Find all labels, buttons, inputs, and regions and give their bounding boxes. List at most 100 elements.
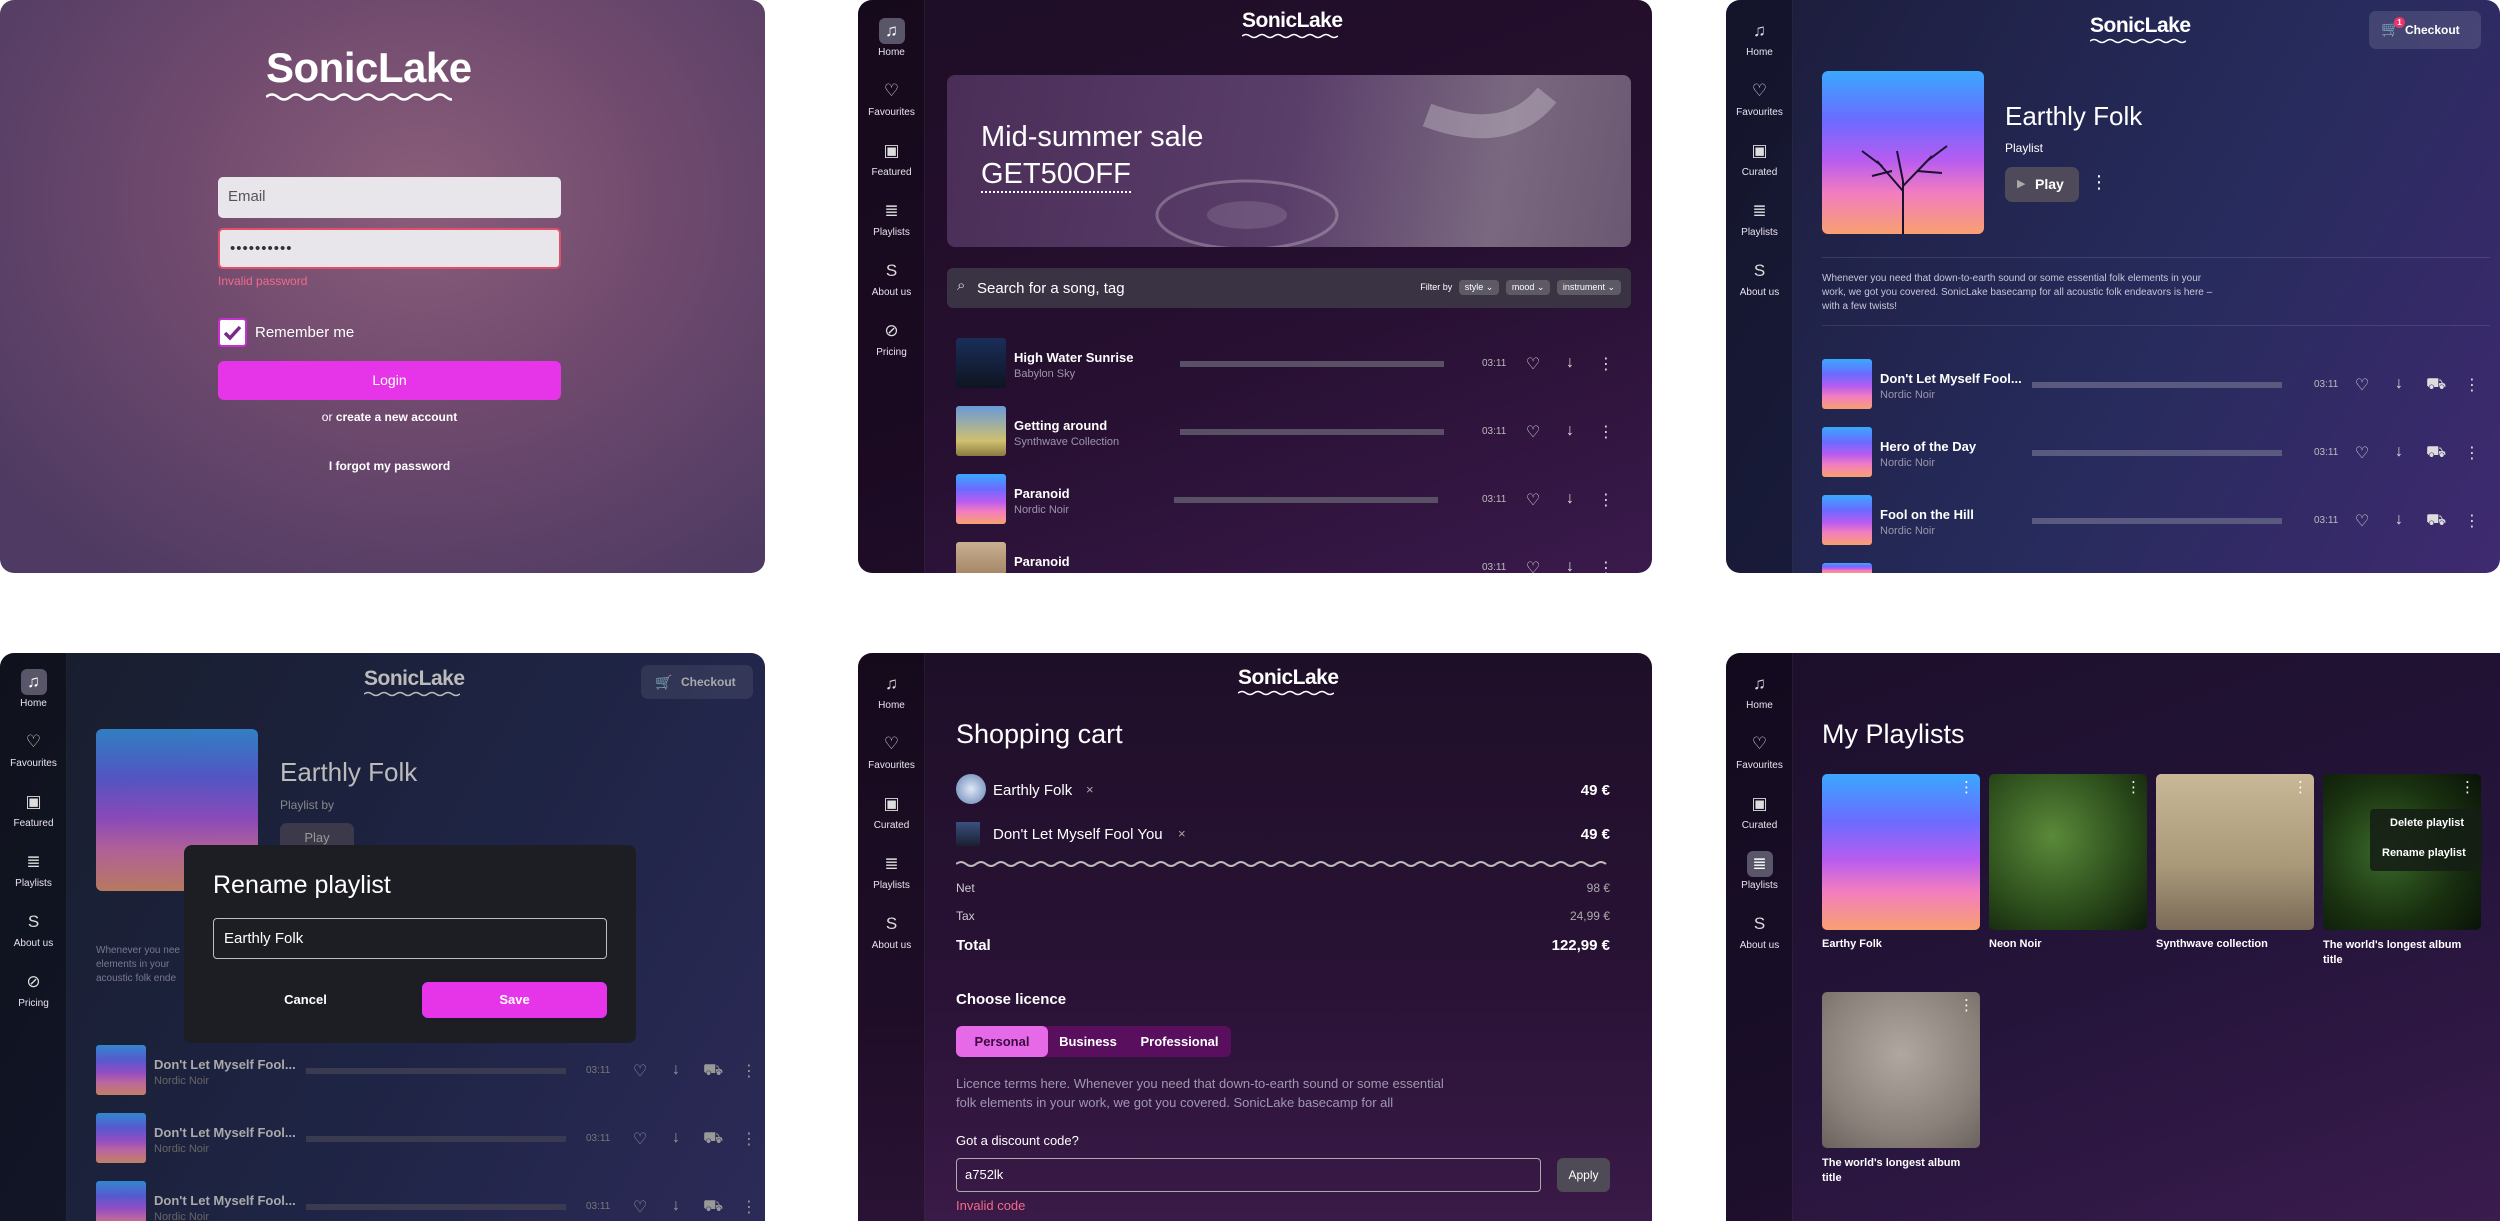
more-icon[interactable]: ⋮ <box>1959 778 1974 796</box>
nav-about[interactable]: S About us <box>858 258 925 298</box>
discount-input[interactable]: a752lk <box>956 1158 1541 1192</box>
nav-home[interactable]: ♫ Home <box>1726 18 1793 58</box>
track-row[interactable]: Don't Let Myself Fool... Nordic Noir 03:… <box>1822 359 2490 409</box>
nav-curated[interactable]: ▣ Curated <box>1726 138 1793 178</box>
more-icon[interactable]: ⋮ <box>2462 511 2482 531</box>
nav-about[interactable]: S About us <box>1726 258 1793 298</box>
remember-checkbox[interactable] <box>218 318 247 347</box>
download-icon[interactable]: ↓ <box>666 1061 686 1079</box>
heart-icon[interactable]: ♡ <box>1523 354 1543 374</box>
heart-icon[interactable]: ♡ <box>2352 375 2372 395</box>
track-row[interactable]: High Water Sunrise Babylon Sky 03:11 ♡ ↓… <box>956 338 1626 390</box>
more-icon[interactable]: ⋮ <box>739 1061 759 1081</box>
more-icon[interactable]: ⋮ <box>739 1197 759 1217</box>
heart-icon[interactable]: ♡ <box>1523 558 1543 573</box>
playlist-card[interactable]: ⋮ Synthwave collection <box>2156 774 2314 950</box>
download-icon[interactable]: ↓ <box>1560 422 1580 440</box>
more-icon[interactable]: ⋮ <box>1959 996 1974 1014</box>
nav-favourites[interactable]: ♡ Favourites <box>1726 78 1793 118</box>
login-button[interactable]: Login <box>218 361 561 400</box>
nav-curated[interactable]: ▣ Curated <box>1726 791 1793 831</box>
heart-icon[interactable]: ♡ <box>630 1061 650 1081</box>
waveform[interactable] <box>306 1131 566 1147</box>
download-icon[interactable]: ↓ <box>1560 354 1580 372</box>
waveform[interactable] <box>1174 492 1438 508</box>
track-row[interactable]: Paranoid 03:11 ♡ ↓ ⋮ <box>956 542 1626 573</box>
cart-icon[interactable]: ⛟ <box>2426 375 2446 395</box>
nav-home[interactable]: ♫ Home <box>0 669 67 709</box>
track-row[interactable]: Don't Let Myself Fool... Nordic Noir 03:… <box>96 1113 764 1163</box>
password-field[interactable]: •••••••••• <box>218 228 561 269</box>
checkout-button[interactable]: 🛒 Checkout <box>641 665 753 699</box>
more-icon[interactable]: ⋮ <box>2460 778 2475 796</box>
download-icon[interactable]: ↓ <box>666 1129 686 1147</box>
track-row[interactable]: Hero of the Day Nordic Noir 03:11 ♡ ↓ ⛟ … <box>1822 427 2490 477</box>
nav-home[interactable]: ♫ Home <box>1726 671 1793 711</box>
nav-about[interactable]: S About us <box>1726 911 1793 951</box>
filter-mood[interactable]: mood ⌄ <box>1505 280 1551 295</box>
nav-curated[interactable]: ▣ Curated <box>858 791 925 831</box>
filter-instrument[interactable]: instrument ⌄ <box>1556 280 1621 295</box>
cancel-button[interactable]: Cancel <box>213 982 398 1018</box>
download-icon[interactable]: ↓ <box>1560 490 1580 508</box>
play-button[interactable]: ▶ Play <box>2005 167 2079 202</box>
cart-icon[interactable]: ⛟ <box>2426 511 2446 531</box>
more-icon[interactable]: ⋮ <box>1596 558 1616 573</box>
licence-personal[interactable]: Personal <box>956 1026 1048 1057</box>
heart-icon[interactable]: ♡ <box>630 1197 650 1217</box>
play-button[interactable]: Play <box>280 823 354 847</box>
nav-home[interactable]: ♫ Home <box>858 671 925 711</box>
playlist-name-input[interactable]: Earthly Folk <box>213 918 607 959</box>
search-input[interactable]: Search for a song, tag <box>977 280 1125 297</box>
remove-icon[interactable]: × <box>1086 782 1094 797</box>
rename-playlist-option[interactable]: Rename playlist <box>2382 847 2466 859</box>
nav-playlists[interactable]: ≣ Playlists <box>0 849 67 889</box>
nav-favourites[interactable]: ♡ Favourites <box>0 729 67 769</box>
cart-icon[interactable]: ⛟ <box>703 1197 723 1217</box>
nav-favourites[interactable]: ♡ Favourites <box>858 78 925 118</box>
nav-favourites[interactable]: ♡ Favourites <box>858 731 925 771</box>
waveform[interactable] <box>1180 356 1444 372</box>
playlist-card[interactable]: ⋮ The world's longest album title <box>2323 774 2481 968</box>
licence-business[interactable]: Business <box>1048 1026 1128 1057</box>
download-icon[interactable]: ↓ <box>2389 375 2409 393</box>
nav-pricing[interactable]: ⊘ Pricing <box>858 318 925 358</box>
more-icon[interactable]: ⋮ <box>2462 375 2482 395</box>
cart-icon[interactable]: ⛟ <box>703 1129 723 1149</box>
waveform[interactable] <box>2032 445 2282 461</box>
heart-icon[interactable]: ♡ <box>2352 443 2372 463</box>
heart-icon[interactable]: ♡ <box>1523 422 1543 442</box>
nav-home[interactable]: ♫ Home <box>858 18 925 58</box>
remove-icon[interactable]: × <box>1178 826 1186 841</box>
more-icon[interactable]: ⋮ <box>2293 778 2308 796</box>
promo-banner[interactable]: Mid-summer sale GET50OFF <box>947 75 1631 247</box>
nav-favourites[interactable]: ♡ Favourites <box>1726 731 1793 771</box>
download-icon[interactable]: ↓ <box>2389 511 2409 529</box>
waveform[interactable] <box>2032 377 2282 393</box>
cart-icon[interactable]: ⛟ <box>2426 443 2446 463</box>
nav-featured[interactable]: ▣ Featured <box>858 138 925 178</box>
nav-playlists[interactable]: ≣ Playlists <box>1726 198 1793 238</box>
track-row[interactable]: Don't Let Myself Fool... Nordic Noir 03:… <box>96 1181 764 1221</box>
nav-about[interactable]: S About us <box>858 911 925 951</box>
download-icon[interactable]: ↓ <box>2389 443 2409 461</box>
more-icon[interactable]: ⋮ <box>1596 354 1616 374</box>
waveform[interactable] <box>2032 513 2282 529</box>
more-icon[interactable]: ⋮ <box>1596 422 1616 442</box>
more-icon[interactable]: ⋮ <box>739 1129 759 1149</box>
checkout-button[interactable]: 🛒 1 Checkout <box>2369 11 2481 49</box>
download-icon[interactable]: ↓ <box>1560 558 1580 573</box>
track-row[interactable]: Fool on the Hill Nordic Noir 03:11 ♡ ↓ ⛟… <box>1822 495 2490 545</box>
waveform[interactable] <box>306 1063 566 1079</box>
heart-icon[interactable]: ♡ <box>630 1129 650 1149</box>
create-account-link[interactable]: create a new account <box>336 410 457 424</box>
playlist-card[interactable]: ⋮ Neon Noir <box>1989 774 2147 950</box>
playlist-card[interactable]: ⋮ The world's longest album title <box>1822 992 1980 1186</box>
nav-about[interactable]: S About us <box>0 909 67 949</box>
track-row[interactable]: Getting around Synthwave Collection 03:1… <box>956 406 1626 458</box>
licence-professional[interactable]: Professional <box>1128 1026 1231 1057</box>
more-icon[interactable]: ⋮ <box>1596 490 1616 510</box>
waveform[interactable] <box>1180 424 1444 440</box>
waveform[interactable] <box>306 1199 566 1215</box>
delete-playlist-option[interactable]: Delete playlist <box>2390 817 2464 829</box>
